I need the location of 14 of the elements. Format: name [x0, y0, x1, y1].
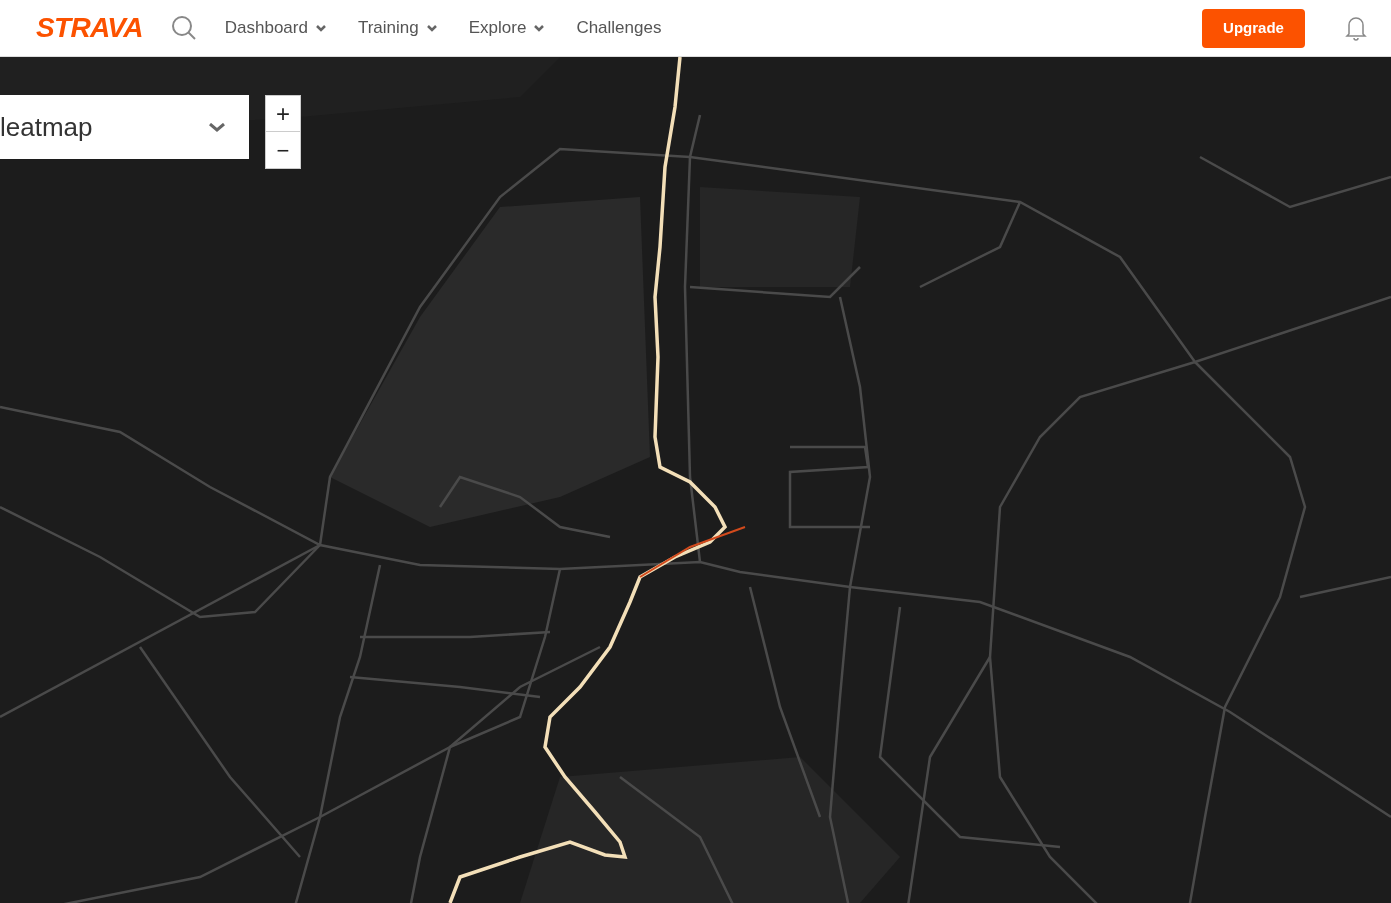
map-drawing[interactable] [0, 57, 1391, 903]
zoom-out-button[interactable]: − [266, 132, 300, 168]
nav-menu-link[interactable]: Training [357, 15, 437, 41]
nav-menu-link[interactable]: Explore [468, 15, 545, 41]
nav-menu-link[interactable]: Challenges [576, 15, 662, 41]
search-icon[interactable] [170, 15, 197, 41]
notification-bell-icon[interactable] [1345, 15, 1367, 41]
chevron-down-icon [209, 122, 225, 132]
map-layer-select[interactable]: leatmap [0, 95, 249, 159]
caret-icon [426, 24, 437, 32]
nav-menu-link[interactable]: Dashboard [224, 15, 326, 41]
zoom-in-button[interactable]: + [266, 96, 300, 132]
caret-icon [315, 24, 326, 32]
caret-icon [534, 24, 545, 32]
